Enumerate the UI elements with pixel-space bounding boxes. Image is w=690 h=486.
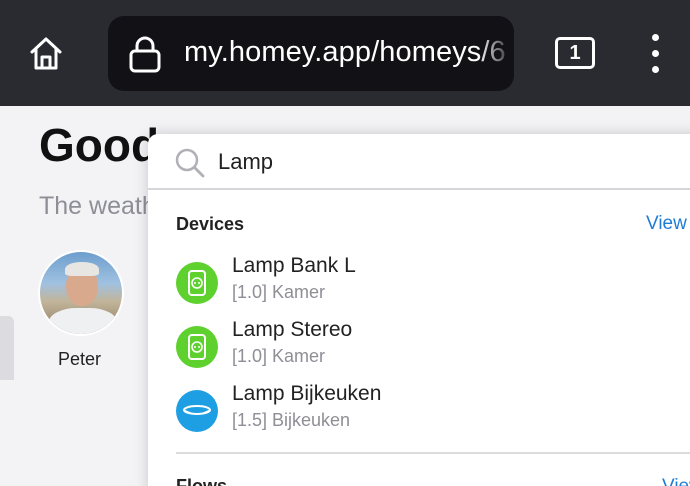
flows-view-all-link[interactable]: View <box>662 476 690 486</box>
device-name: Lamp Bank L <box>232 254 356 277</box>
url-fade <box>478 16 514 91</box>
device-item[interactable]: Lamp Bank L [1.0] Kamer <box>148 254 690 316</box>
home-icon <box>30 37 62 70</box>
tab-count: 1 <box>569 41 581 64</box>
ceiling-light-icon <box>176 390 218 432</box>
search-dropdown: Devices View Lamp Bank L [1.0] Kamer Lam… <box>148 134 690 486</box>
url-text: my.homey.app/homeys/6 <box>184 36 506 68</box>
search-bar <box>148 134 690 190</box>
avatar-name: Peter <box>58 349 102 369</box>
side-panel-tab[interactable] <box>0 316 14 380</box>
device-zone: [1.0] Kamer <box>232 346 326 366</box>
socket-plug-icon <box>176 326 218 368</box>
devices-view-all-link[interactable]: View <box>646 213 687 235</box>
device-item[interactable]: Lamp Bijkeuken [1.5] Bijkeuken <box>148 382 690 444</box>
device-zone: [1.0] Kamer <box>232 282 326 302</box>
device-zone: [1.5] Bijkeuken <box>232 410 351 430</box>
search-input[interactable] <box>218 148 638 176</box>
device-item[interactable]: Lamp Stereo [1.0] Kamer <box>148 318 690 380</box>
more-vert-icon[interactable] <box>646 34 666 74</box>
url-bar[interactable]: my.homey.app/homeys/6 <box>108 16 514 91</box>
tabs-button[interactable]: 1 <box>555 37 595 69</box>
weather-text: The weath <box>39 192 156 220</box>
browser-toolbar: my.homey.app/homeys/6 1 <box>0 0 690 106</box>
device-name: Lamp Bijkeuken <box>232 382 382 405</box>
lock-icon <box>129 36 161 73</box>
search-icon <box>175 148 205 178</box>
socket-plug-icon <box>176 262 218 304</box>
devices-section-title: Devices <box>176 214 245 234</box>
avatar[interactable] <box>38 250 124 336</box>
section-divider <box>176 452 690 454</box>
flows-section-title: Flows <box>176 476 228 486</box>
greeting-heading: Good <box>39 119 160 171</box>
device-name: Lamp Stereo <box>232 318 353 341</box>
home-button[interactable] <box>22 28 70 78</box>
